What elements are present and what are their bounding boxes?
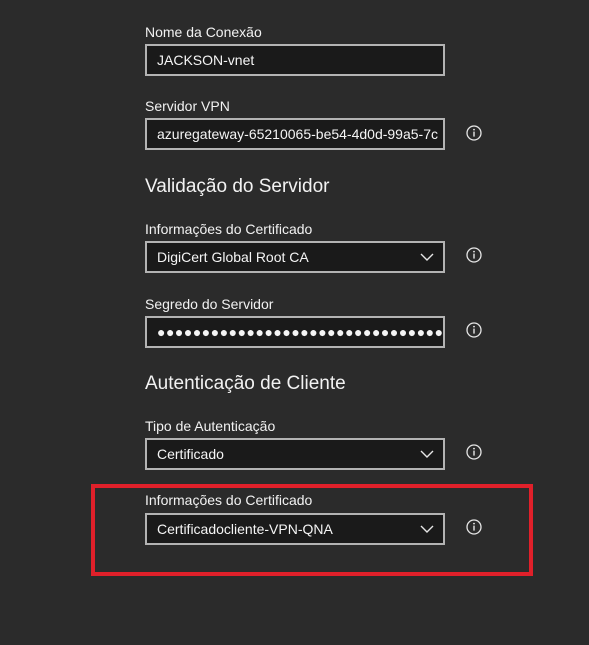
connection-name-value: JACKSON-vnet: [157, 52, 255, 68]
vpn-server-label: Servidor VPN: [145, 98, 230, 114]
connection-name-label: Nome da Conexão: [145, 24, 262, 40]
chevron-down-icon: [420, 253, 434, 261]
client-auth-heading: Autenticação de Cliente: [145, 373, 346, 394]
server-validation-heading: Validação do Servidor: [145, 176, 330, 197]
info-icon[interactable]: [466, 444, 482, 460]
chevron-down-icon: [420, 450, 434, 458]
vpn-server-value: azuregateway-65210065-be54-4d0d-99a5-7c: [157, 126, 438, 142]
server-certificate-info-label: Informações do Certificado: [145, 221, 313, 237]
auth-type-select[interactable]: Certificado: [145, 438, 445, 470]
server-certificate-value: DigiCert Global Root CA: [157, 249, 309, 265]
server-secret-label: Segredo do Servidor: [145, 296, 274, 312]
info-icon[interactable]: [466, 322, 482, 338]
vpn-server-field[interactable]: azuregateway-65210065-be54-4d0d-99a5-7c: [145, 118, 445, 150]
server-certificate-select[interactable]: DigiCert Global Root CA: [145, 241, 445, 273]
info-icon[interactable]: [466, 247, 482, 263]
info-icon[interactable]: [466, 125, 482, 141]
server-secret-value: ●●●●●●●●●●●●●●●●●●●●●●●●●●●●●●●●●●●●●●●●: [157, 324, 444, 340]
auth-type-label: Tipo de Autenticação: [145, 418, 276, 434]
server-secret-field[interactable]: ●●●●●●●●●●●●●●●●●●●●●●●●●●●●●●●●●●●●●●●●: [145, 316, 445, 348]
highlight-box: [91, 484, 533, 576]
auth-type-value: Certificado: [157, 446, 224, 462]
connection-name-field[interactable]: JACKSON-vnet: [145, 44, 445, 76]
